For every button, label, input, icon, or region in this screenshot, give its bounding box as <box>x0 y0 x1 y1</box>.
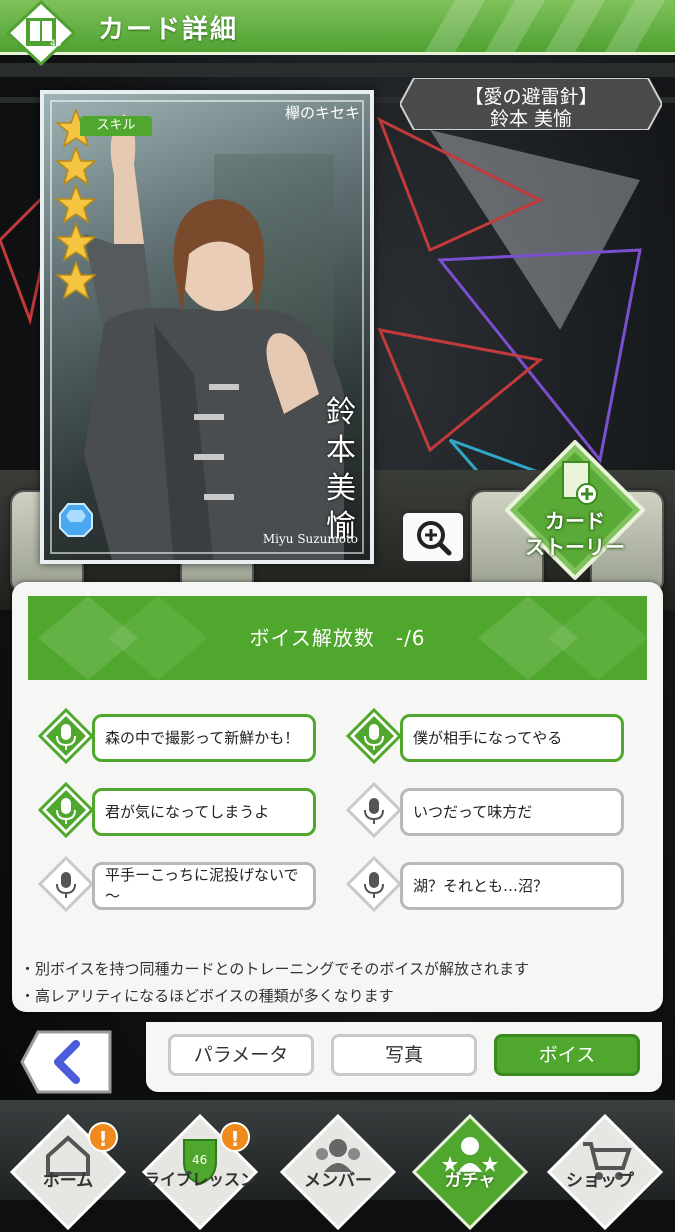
member-name: 鈴本 美愉 <box>489 108 573 130</box>
nav-members-label: メンバー <box>304 1171 372 1191</box>
voice-line-text: 僕が相手になってやる <box>400 714 624 762</box>
voice-item[interactable]: 森の中で撮影って新鮮かも！ <box>38 708 330 764</box>
skill-tag: スキル <box>80 116 152 136</box>
card-member-name-en: Miyu Suzumoto <box>262 532 358 546</box>
voice-line-text: 平手ーこっちに泥投げないで～ <box>92 862 316 910</box>
microphone-icon <box>346 856 402 912</box>
voice-line-text: いつだって味方だ <box>400 788 624 836</box>
game-logo: 欅のキセキ <box>284 104 360 122</box>
home-alert-badge: ! <box>88 1122 118 1152</box>
header-stripes <box>425 0 665 52</box>
voice-note: ・高レアリティになるほどボイスの種類が多くなります <box>20 987 394 1005</box>
svg-text:46: 46 <box>50 39 62 49</box>
nav-home-label: ホーム <box>42 1171 94 1191</box>
microphone-icon <box>38 708 94 764</box>
voice-line-text: 森の中で撮影って新鮮かも！ <box>92 714 316 762</box>
voice-line-text: 湖？それとも…沼？ <box>400 862 624 910</box>
live-lesson-alert-badge: ! <box>220 1122 250 1152</box>
voice-note: ・別ボイスを持つ同種カードとのトレーニングでそのボイスが解放されます <box>20 960 529 978</box>
card-title-text: 【愛の避雷針】 鈴本 美愉 <box>400 78 662 130</box>
card-frame <box>50 100 364 554</box>
voice-item[interactable]: 湖？それとも…沼？ <box>346 856 638 912</box>
card-member-name-vertical: 鈴 本 美 愉 <box>326 395 356 544</box>
rarity-star-icon <box>56 146 96 186</box>
rarity-star-icon <box>56 184 96 224</box>
rarity-star-icon <box>56 260 96 300</box>
voice-item[interactable]: 君が気になってしまうよ <box>38 782 330 838</box>
voice-item[interactable]: いつだって味方だ <box>346 782 638 838</box>
card-story-label: カード ストーリー <box>525 509 625 559</box>
member-card: 欅のキセキ 鈴 本 美 愉 Miyu Suzumoto <box>40 90 374 564</box>
detail-tabbar: パラメータ 写真 ボイス <box>146 1022 662 1092</box>
tab-photo[interactable]: 写真 <box>331 1034 477 1076</box>
voice-item[interactable]: 僕が相手になってやる <box>346 708 638 764</box>
nav-shop-label: ショップ <box>566 1171 634 1191</box>
page-title: カード詳細 <box>98 15 239 45</box>
nav-live-lesson-label: ライブレッスン <box>143 1170 256 1189</box>
microphone-icon <box>346 782 402 838</box>
microphone-icon <box>346 708 402 764</box>
header-bar: 46 カード詳細 <box>0 0 675 66</box>
voice-unlock-count: ボイス解放数 -/6 <box>249 626 426 650</box>
microphone-icon <box>38 856 94 912</box>
card-book-icon: 46 <box>6 0 76 66</box>
back-button[interactable] <box>20 1030 112 1094</box>
tab-parameters[interactable]: パラメータ <box>168 1034 314 1076</box>
zoom-in-icon <box>417 521 452 556</box>
microphone-icon <box>38 782 94 838</box>
attribute-gem-icon <box>59 503 93 537</box>
rarity-star-icon <box>56 222 96 262</box>
voice-line-text: 君が気になってしまうよ <box>92 788 316 836</box>
voice-item[interactable]: 平手ーこっちに泥投げないで～ <box>38 856 330 912</box>
tab-voice[interactable]: ボイス <box>494 1034 640 1076</box>
nav-gacha-label: ガチャ <box>444 1171 496 1191</box>
svg-text:46: 46 <box>192 1153 207 1167</box>
voice-panel-header: ボイス解放数 -/6 <box>28 596 647 680</box>
zoom-button[interactable] <box>400 510 466 564</box>
